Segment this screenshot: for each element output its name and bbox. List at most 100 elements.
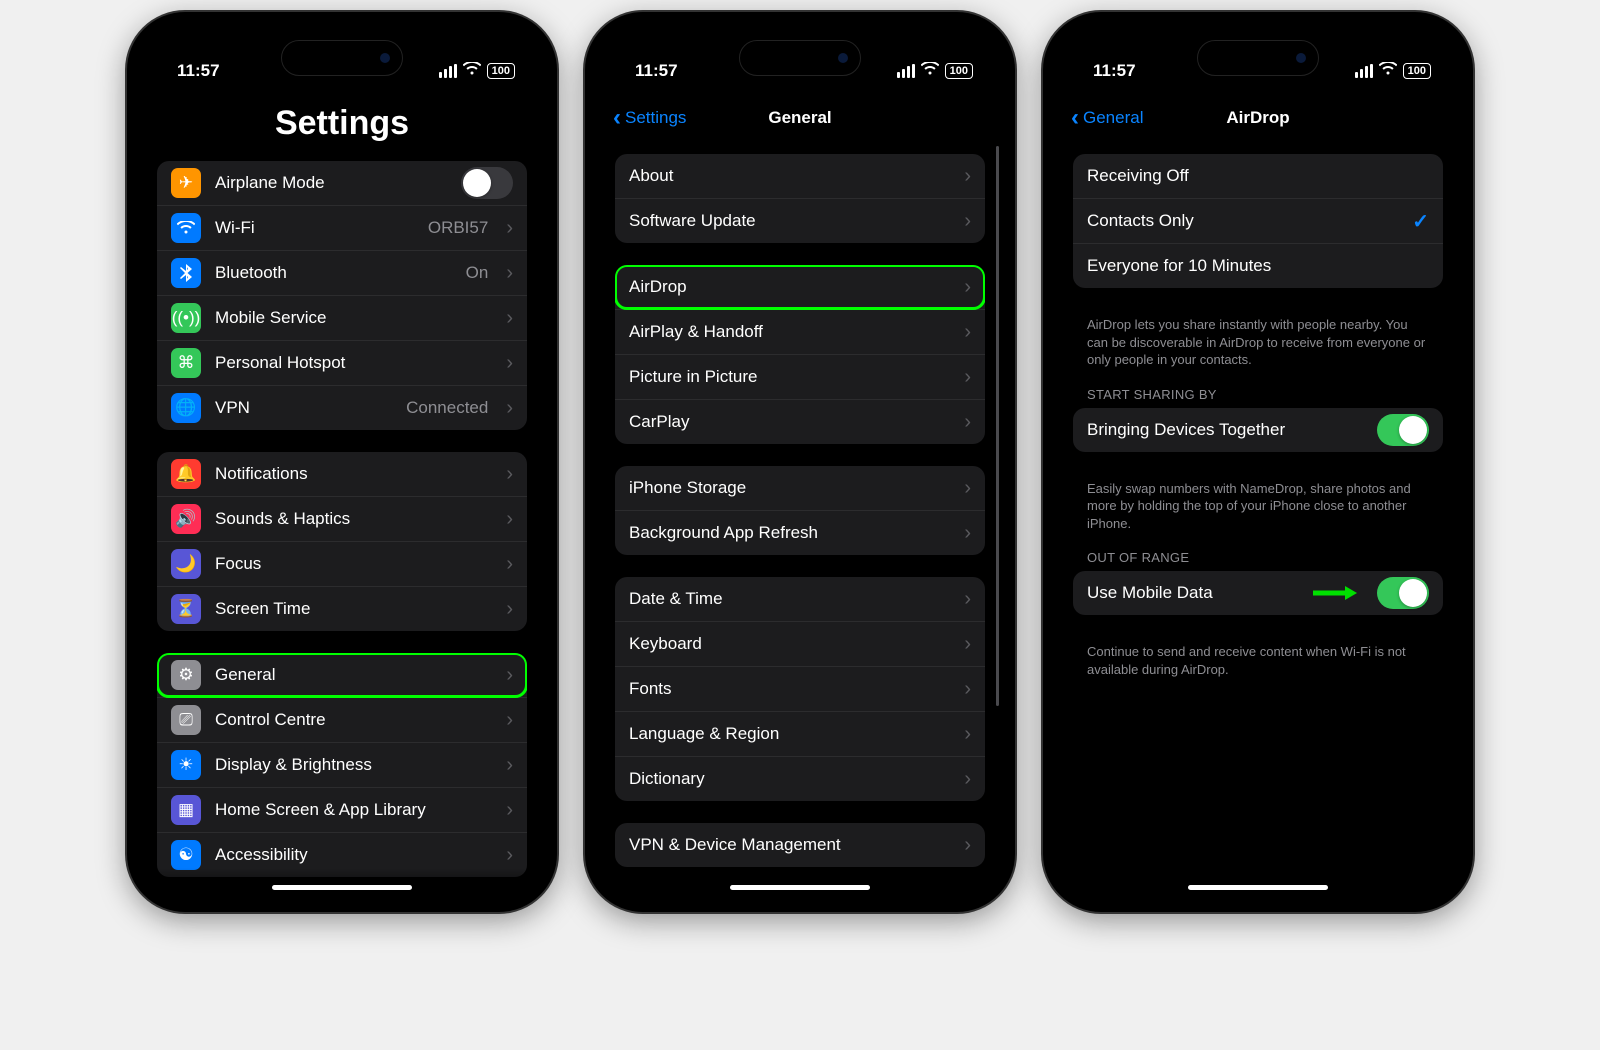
row-accessibility[interactable]: ☯Accessibility› xyxy=(157,832,527,877)
bluetooth-icon xyxy=(171,258,201,288)
chevron-right-icon: › xyxy=(964,588,971,611)
chevron-right-icon: › xyxy=(964,165,971,188)
row-wifi[interactable]: Wi-FiORBI57› xyxy=(157,205,527,250)
scroll-indicator[interactable] xyxy=(996,146,999,706)
airplane-mode-icon: ✈︎ xyxy=(171,168,201,198)
sounds-haptics-icon: 🔊 xyxy=(171,504,201,534)
back-button[interactable]: ‹ General xyxy=(1071,106,1143,130)
row-background-refresh[interactable]: Background App Refresh› xyxy=(615,510,985,555)
row-label: VPN xyxy=(215,398,392,418)
row-label: Date & Time xyxy=(629,589,946,609)
chevron-right-icon: › xyxy=(506,262,513,285)
personal-hotspot-icon: ⌘ xyxy=(171,348,201,378)
row-mobile-service[interactable]: ((•))Mobile Service› xyxy=(157,295,527,340)
chevron-right-icon: › xyxy=(506,217,513,240)
status-time: 11:57 xyxy=(177,61,220,81)
chevron-right-icon: › xyxy=(964,366,971,389)
general-icon: ⚙︎ xyxy=(171,660,201,690)
dynamic-island xyxy=(739,40,861,76)
row-personal-hotspot[interactable]: ⌘Personal Hotspot› xyxy=(157,340,527,385)
chevron-right-icon: › xyxy=(964,633,971,656)
phone-settings: 11:57 100 Settings ✈︎Airplane ModeWi-FiO… xyxy=(127,12,557,912)
dynamic-island xyxy=(281,40,403,76)
row-label: Display & Brightness xyxy=(215,755,488,775)
home-indicator[interactable] xyxy=(730,885,870,890)
row-general[interactable]: ⚙︎General› xyxy=(157,653,527,697)
back-button[interactable]: ‹ Settings xyxy=(613,106,686,130)
row-airdrop[interactable]: AirDrop› xyxy=(615,265,985,309)
row-fonts[interactable]: Fonts› xyxy=(615,666,985,711)
options-footer: AirDrop lets you share instantly with pe… xyxy=(1073,310,1443,387)
page-title: AirDrop xyxy=(1226,108,1289,128)
row-label: Home Screen & App Library xyxy=(215,800,488,820)
row-opt-everyone[interactable]: Everyone for 10 Minutes xyxy=(1073,243,1443,288)
row-label: Wi-Fi xyxy=(215,218,414,238)
row-focus[interactable]: 🌙Focus› xyxy=(157,541,527,586)
status-time: 11:57 xyxy=(1093,61,1136,81)
home-indicator[interactable] xyxy=(1188,885,1328,890)
chevron-right-icon: › xyxy=(506,664,513,687)
row-label: Everyone for 10 Minutes xyxy=(1087,256,1429,276)
row-label: Sounds & Haptics xyxy=(215,509,488,529)
toggle-use-mobile-data[interactable] xyxy=(1377,577,1429,609)
chevron-right-icon: › xyxy=(964,834,971,857)
battery-indicator: 100 xyxy=(487,63,515,79)
row-bringing-devices-together[interactable]: Bringing Devices Together xyxy=(1073,408,1443,452)
chevron-right-icon: › xyxy=(506,754,513,777)
row-label: Software Update xyxy=(629,211,946,231)
row-label: Fonts xyxy=(629,679,946,699)
row-dictionary[interactable]: Dictionary› xyxy=(615,756,985,801)
row-opt-off[interactable]: Receiving Off xyxy=(1073,154,1443,198)
chevron-right-icon: › xyxy=(964,411,971,434)
home-indicator[interactable] xyxy=(272,885,412,890)
toggle-airplane-mode[interactable] xyxy=(461,167,513,199)
chevron-right-icon: › xyxy=(506,709,513,732)
row-label: Keyboard xyxy=(629,634,946,654)
chevron-right-icon: › xyxy=(964,477,971,500)
row-about[interactable]: About› xyxy=(615,154,985,198)
focus-icon: 🌙 xyxy=(171,549,201,579)
row-vpn-device-mgmt[interactable]: VPN & Device Management› xyxy=(615,823,985,867)
wifi-icon xyxy=(463,62,481,80)
row-date-time[interactable]: Date & Time › xyxy=(615,577,985,621)
row-language-region[interactable]: Language & Region› xyxy=(615,711,985,756)
battery-indicator: 100 xyxy=(945,63,973,79)
row-home-screen[interactable]: ▦Home Screen & App Library› xyxy=(157,787,527,832)
vpn-icon: 🌐 xyxy=(171,393,201,423)
row-opt-contacts[interactable]: Contacts Only✓ xyxy=(1073,198,1443,243)
signal-icon xyxy=(439,64,457,78)
row-label: AirDrop xyxy=(629,277,946,297)
status-time: 11:57 xyxy=(635,61,678,81)
chevron-left-icon: ‹ xyxy=(1071,106,1079,130)
accessibility-icon: ☯ xyxy=(171,840,201,870)
row-keyboard[interactable]: Keyboard › xyxy=(615,621,985,666)
row-airplane-mode[interactable]: ✈︎ Airplane Mode xyxy=(157,161,527,205)
row-screen-time[interactable]: ⏳Screen Time› xyxy=(157,586,527,631)
toggle-bringing-devices-together[interactable] xyxy=(1377,414,1429,446)
nav-bar: ‹ General AirDrop xyxy=(1057,96,1459,140)
row-label: Dictionary xyxy=(629,769,946,789)
chevron-right-icon: › xyxy=(964,522,971,545)
row-iphone-storage[interactable]: iPhone Storage› xyxy=(615,466,985,510)
row-carplay[interactable]: CarPlay › xyxy=(615,399,985,444)
nav-bar: ‹ Settings General xyxy=(599,96,1001,140)
row-airplay-handoff[interactable]: AirPlay & Handoff› xyxy=(615,309,985,354)
row-vpn[interactable]: 🌐VPNConnected› xyxy=(157,385,527,430)
row-display-brightness[interactable]: ☀︎Display & Brightness› xyxy=(157,742,527,787)
chevron-right-icon: › xyxy=(506,598,513,621)
row-label: CarPlay xyxy=(629,412,946,432)
row-label: Use Mobile Data xyxy=(1087,583,1299,603)
chevron-left-icon: ‹ xyxy=(613,106,621,130)
row-label: Airplane Mode xyxy=(215,173,447,193)
row-bluetooth[interactable]: BluetoothOn› xyxy=(157,250,527,295)
row-control-centre[interactable]: ⎚Control Centre› xyxy=(157,697,527,742)
row-notifications[interactable]: 🔔Notifications› xyxy=(157,452,527,496)
row-software-update[interactable]: Software Update› xyxy=(615,198,985,243)
row-label: Control Centre xyxy=(215,710,488,730)
wifi-icon xyxy=(1379,62,1397,80)
row-use-mobile-data[interactable]: Use Mobile Data xyxy=(1073,571,1443,615)
row-sounds-haptics[interactable]: 🔊Sounds & Haptics› xyxy=(157,496,527,541)
row-label: Screen Time xyxy=(215,599,488,619)
wifi-icon xyxy=(171,213,201,243)
row-pip[interactable]: Picture in Picture› xyxy=(615,354,985,399)
